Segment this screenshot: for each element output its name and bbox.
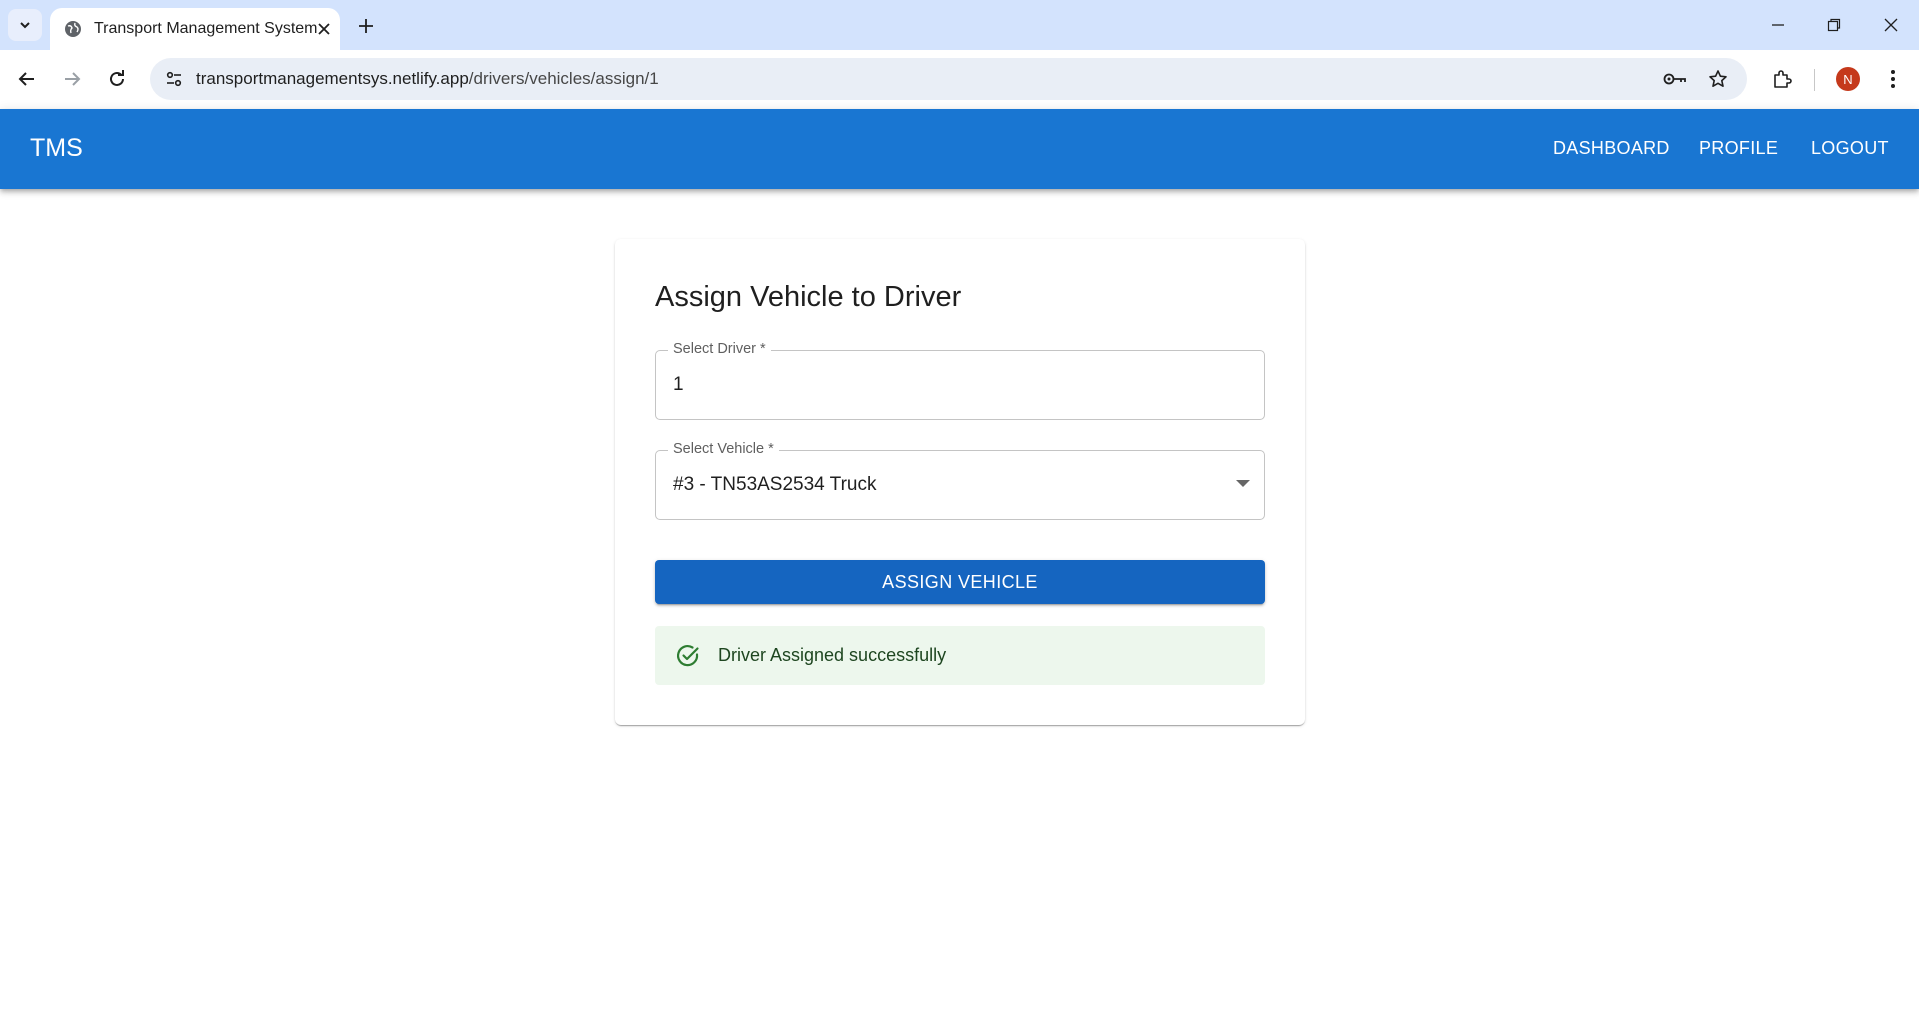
globe-icon <box>64 20 82 38</box>
minimize-icon <box>1772 24 1784 26</box>
arrow-right-icon <box>65 72 81 86</box>
page-title: Assign Vehicle to Driver <box>655 281 962 313</box>
forward-button[interactable] <box>55 62 89 96</box>
new-tab-button[interactable] <box>352 12 380 40</box>
chevron-down-icon <box>20 22 30 29</box>
success-alert: Driver Assigned successfully <box>655 626 1265 685</box>
password-key-icon[interactable] <box>1662 66 1688 92</box>
close-icon <box>1884 18 1898 32</box>
extensions-icon[interactable] <box>1765 62 1799 96</box>
nav-profile[interactable]: PROFILE <box>1699 138 1778 159</box>
restore-button[interactable] <box>1819 10 1849 40</box>
tab-title: Transport Management System <box>94 20 318 37</box>
plus-icon <box>359 19 373 33</box>
address-bar[interactable]: transportmanagementsys.netlify.app/drive… <box>150 58 1747 100</box>
close-window-button[interactable] <box>1876 10 1906 40</box>
alert-message: Driver Assigned successfully <box>718 645 947 665</box>
close-tab-icon[interactable] <box>317 19 330 39</box>
assign-vehicle-card: Assign Vehicle to Driver Select Driver *… <box>615 239 1305 725</box>
vehicle-select[interactable]: Select Vehicle * #3 - TN53AS2534 Truck <box>655 441 1265 520</box>
profile-button[interactable]: N <box>1831 62 1865 96</box>
url-host: transportmanagementsys.netlify.app <box>196 69 469 88</box>
vehicle-select-label: Select Vehicle * <box>668 441 779 457</box>
browser-tab[interactable]: Transport Management System <box>50 8 340 50</box>
app-header: TMS DASHBOARD PROFILE LOGOUT <box>0 109 1919 189</box>
browser-tabstrip: Transport Management System <box>0 0 1919 50</box>
vehicle-select-value: #3 - TN53AS2534 Truck <box>673 474 877 495</box>
driver-field-label: Select Driver * <box>668 341 771 357</box>
restore-icon <box>1827 18 1841 32</box>
more-vertical-icon <box>1891 70 1895 88</box>
back-button[interactable] <box>10 62 44 96</box>
driver-field[interactable]: Select Driver * 1 <box>655 341 1265 420</box>
arrow-left-icon <box>18 72 34 86</box>
minimize-button[interactable] <box>1763 10 1793 40</box>
driver-field-value[interactable]: 1 <box>673 374 684 396</box>
url-text: transportmanagementsys.netlify.app/drive… <box>196 69 659 89</box>
browser-toolbar: transportmanagementsys.netlify.app/drive… <box>0 50 1919 109</box>
check-circle-icon <box>675 643 701 669</box>
brand-logo-text[interactable]: TMS <box>30 134 83 163</box>
site-info-icon[interactable] <box>162 67 186 91</box>
nav-logout[interactable]: LOGOUT <box>1811 138 1889 159</box>
dropdown-arrow-icon[interactable] <box>1236 480 1250 487</box>
reload-button[interactable] <box>100 62 134 96</box>
reload-icon <box>110 70 124 86</box>
toolbar-divider <box>1814 69 1815 91</box>
assign-vehicle-button[interactable]: ASSIGN VEHICLE <box>655 560 1265 604</box>
bookmark-star-icon[interactable] <box>1705 66 1731 92</box>
avatar: N <box>1836 67 1860 91</box>
nav-dashboard[interactable]: DASHBOARD <box>1553 138 1670 159</box>
browser-menu-button[interactable] <box>1876 62 1910 96</box>
url-path: /drivers/vehicles/assign/1 <box>468 69 659 88</box>
tab-search-button[interactable] <box>8 9 42 41</box>
